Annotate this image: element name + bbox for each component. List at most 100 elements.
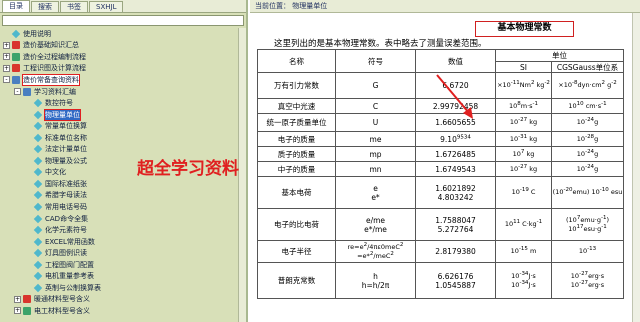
tree-item-label: 化学元素符号 [45,226,87,235]
cell-cgs: 10-13 [551,240,624,263]
cell-name: 真空中光速 [257,98,336,114]
tree-item[interactable]: + 造价基础知识汇总 [0,40,246,52]
tree-item[interactable]: 英制与公制换算表 [0,282,246,294]
tree-item[interactable]: - 造价常备查询资料 [0,73,246,86]
tree-item-label: 常量单位换算 [45,122,87,131]
table-row: 普朗克常数 h h=h/2π 6.626176 1.0545887 10-34J·s 10-… [257,262,624,299]
page-icon [33,110,43,119]
col-header-name: 名称 [257,49,336,73]
tab-2[interactable]: 书签 [60,1,88,12]
tree-item[interactable]: CAD命令全集 [0,213,246,225]
page-icon [33,191,43,200]
page-icon [33,121,43,131]
cell-si: 108m·s-1 [495,98,552,114]
tree-item[interactable]: 常用电话号码 [0,201,246,213]
promo-annotation: 超全学习资料 [137,159,239,179]
cell-cgs: 10-24g [551,146,624,162]
cell-si: 107 kg [495,146,552,162]
tree-item[interactable]: EXCEL常用函数 [0,236,246,248]
cell-value: 9.109534 [415,131,496,147]
cell-value: 2.8179380 [415,240,496,263]
expand-icon[interactable]: + [3,64,10,72]
tree-item-label: 希腊字母读法 [45,191,87,200]
tree-item-label: 电机重量参考表 [45,272,94,281]
tree-item[interactable]: + 暖通材料型号含义 [0,294,246,306]
tree-item[interactable]: - 学习资料汇编 [0,86,246,98]
cell-cgs: ×10-8dyn·cm2 g-2 [551,72,624,99]
cell-cgs: (107emu·g-1) 1017esu·g-1 [551,208,624,241]
table-row: 质子的质量 mp 1.6726485 107 kg 10-24g [257,146,624,162]
cell-symbol: C [335,98,416,114]
page-icon [33,225,43,235]
tree-item-label: 工程识图及计算流程 [23,64,86,73]
cell-name: 中子的质量 [257,161,336,177]
arrow-icon [436,74,473,119]
collapse-icon[interactable]: - [3,76,10,84]
cell-name: 质子的质量 [257,146,336,162]
page-icon [33,179,43,189]
book-icon [23,306,31,315]
tree-item-label: 造价全过程编制流程 [23,52,86,61]
tree-item-label: 暖通材料型号含义 [34,295,90,304]
cell-symbol: e e* [335,176,416,209]
expand-icon[interactable]: + [14,307,21,315]
tree-item[interactable]: 化学元素符号 [0,224,246,236]
cell-symbol: me [335,131,416,147]
expand-icon[interactable]: + [14,295,21,303]
document-scrollbar[interactable] [632,13,640,322]
cell-si: 1011 C·kg-1 [495,208,552,241]
page-icon [33,214,43,223]
tree-item[interactable]: 希腊字母读法 [0,190,246,202]
book-icon [12,41,20,50]
intro-text: 这里列出的是基本物理常数。表中略去了测量误差范围。 [274,39,487,49]
tree-item[interactable]: 工程图阀门配置 [0,259,246,271]
nav-tabs: 目录 搜索 书签 SXHJL [0,0,246,13]
cell-symbol: G [335,72,416,99]
tree-item[interactable]: 电机重量参考表 [0,270,246,282]
book-icon [12,52,20,61]
expand-icon[interactable]: + [3,53,10,61]
tree-item[interactable]: + 电工材料型号含义 [0,305,246,317]
tab-0[interactable]: 目录 [2,0,30,12]
page-title: 基本物理常数 [475,21,574,37]
cell-value: 1.6749543 [415,161,496,177]
table-row: 中子的质量 mn 1.6749543 10-27 kg 10-24g [257,161,624,177]
tree-item-label: 国际标准纸张 [45,179,87,188]
search-input[interactable] [2,15,244,26]
page-icon [33,260,43,269]
cell-name: 万有引力常数 [257,72,336,99]
tree-item[interactable]: 常量单位换算 [0,120,246,132]
tree-item[interactable]: 标准单位名称 [0,132,246,144]
col-header-si: SI [495,61,552,73]
tree-item-label: 标准单位名称 [45,133,87,142]
tab-1[interactable]: 搜索 [31,1,59,12]
tree-item[interactable]: 使用说明 [0,28,246,40]
document-view: 基本物理常数 这里列出的是基本物理常数。表中略去了测量误差范围。 名称 符号 数… [250,13,632,322]
tree-item-label: 物理量及公式 [45,156,87,165]
tree-item-label: 物理量单位 [44,108,81,121]
cell-name: 基本电荷 [257,176,336,209]
cell-symbol: U [335,113,416,132]
table-row: 电子的比电荷 e/me e*/me 1.7588047 5.272764 1011 C·k… [257,208,624,241]
collapse-icon[interactable]: - [14,88,21,95]
tree-item[interactable]: + 造价全过程编制流程 [0,51,246,63]
expand-icon[interactable]: + [3,41,10,49]
tree-item[interactable]: + 工程识图及计算流程 [0,63,246,75]
cell-value: 1.7588047 5.272764 [415,208,496,241]
tab-3[interactable]: SXHJL [89,1,124,12]
cell-name: 统一原子质量单位 [257,113,336,132]
cell-cgs: 10-24g [551,113,624,132]
cell-symbol: mp [335,146,416,162]
tree-scrollbar[interactable] [238,28,246,322]
page-icon [33,237,43,246]
table-row: 基本电荷 e e* 1.6021892 4.803242 10-19 C (10-20emu… [257,176,624,209]
tree-item[interactable]: 物理量单位 [0,108,246,121]
cell-si: 10-34J·s 10-34J·s [495,262,552,299]
tree-item[interactable]: 国际标准纸张 [0,178,246,190]
page-icon [33,98,43,108]
tree-item[interactable]: 灯具图例识读 [0,247,246,259]
cell-cgs: (10-20emu) 10-10 esu [551,176,624,209]
tree-item[interactable]: 数控符号 [0,97,246,109]
table-row: 电子半径 re=e2/4πε0meC2 =e*2/meC2 2.8179380 10-1… [257,240,624,263]
cell-si: 10-27 kg [495,113,552,132]
